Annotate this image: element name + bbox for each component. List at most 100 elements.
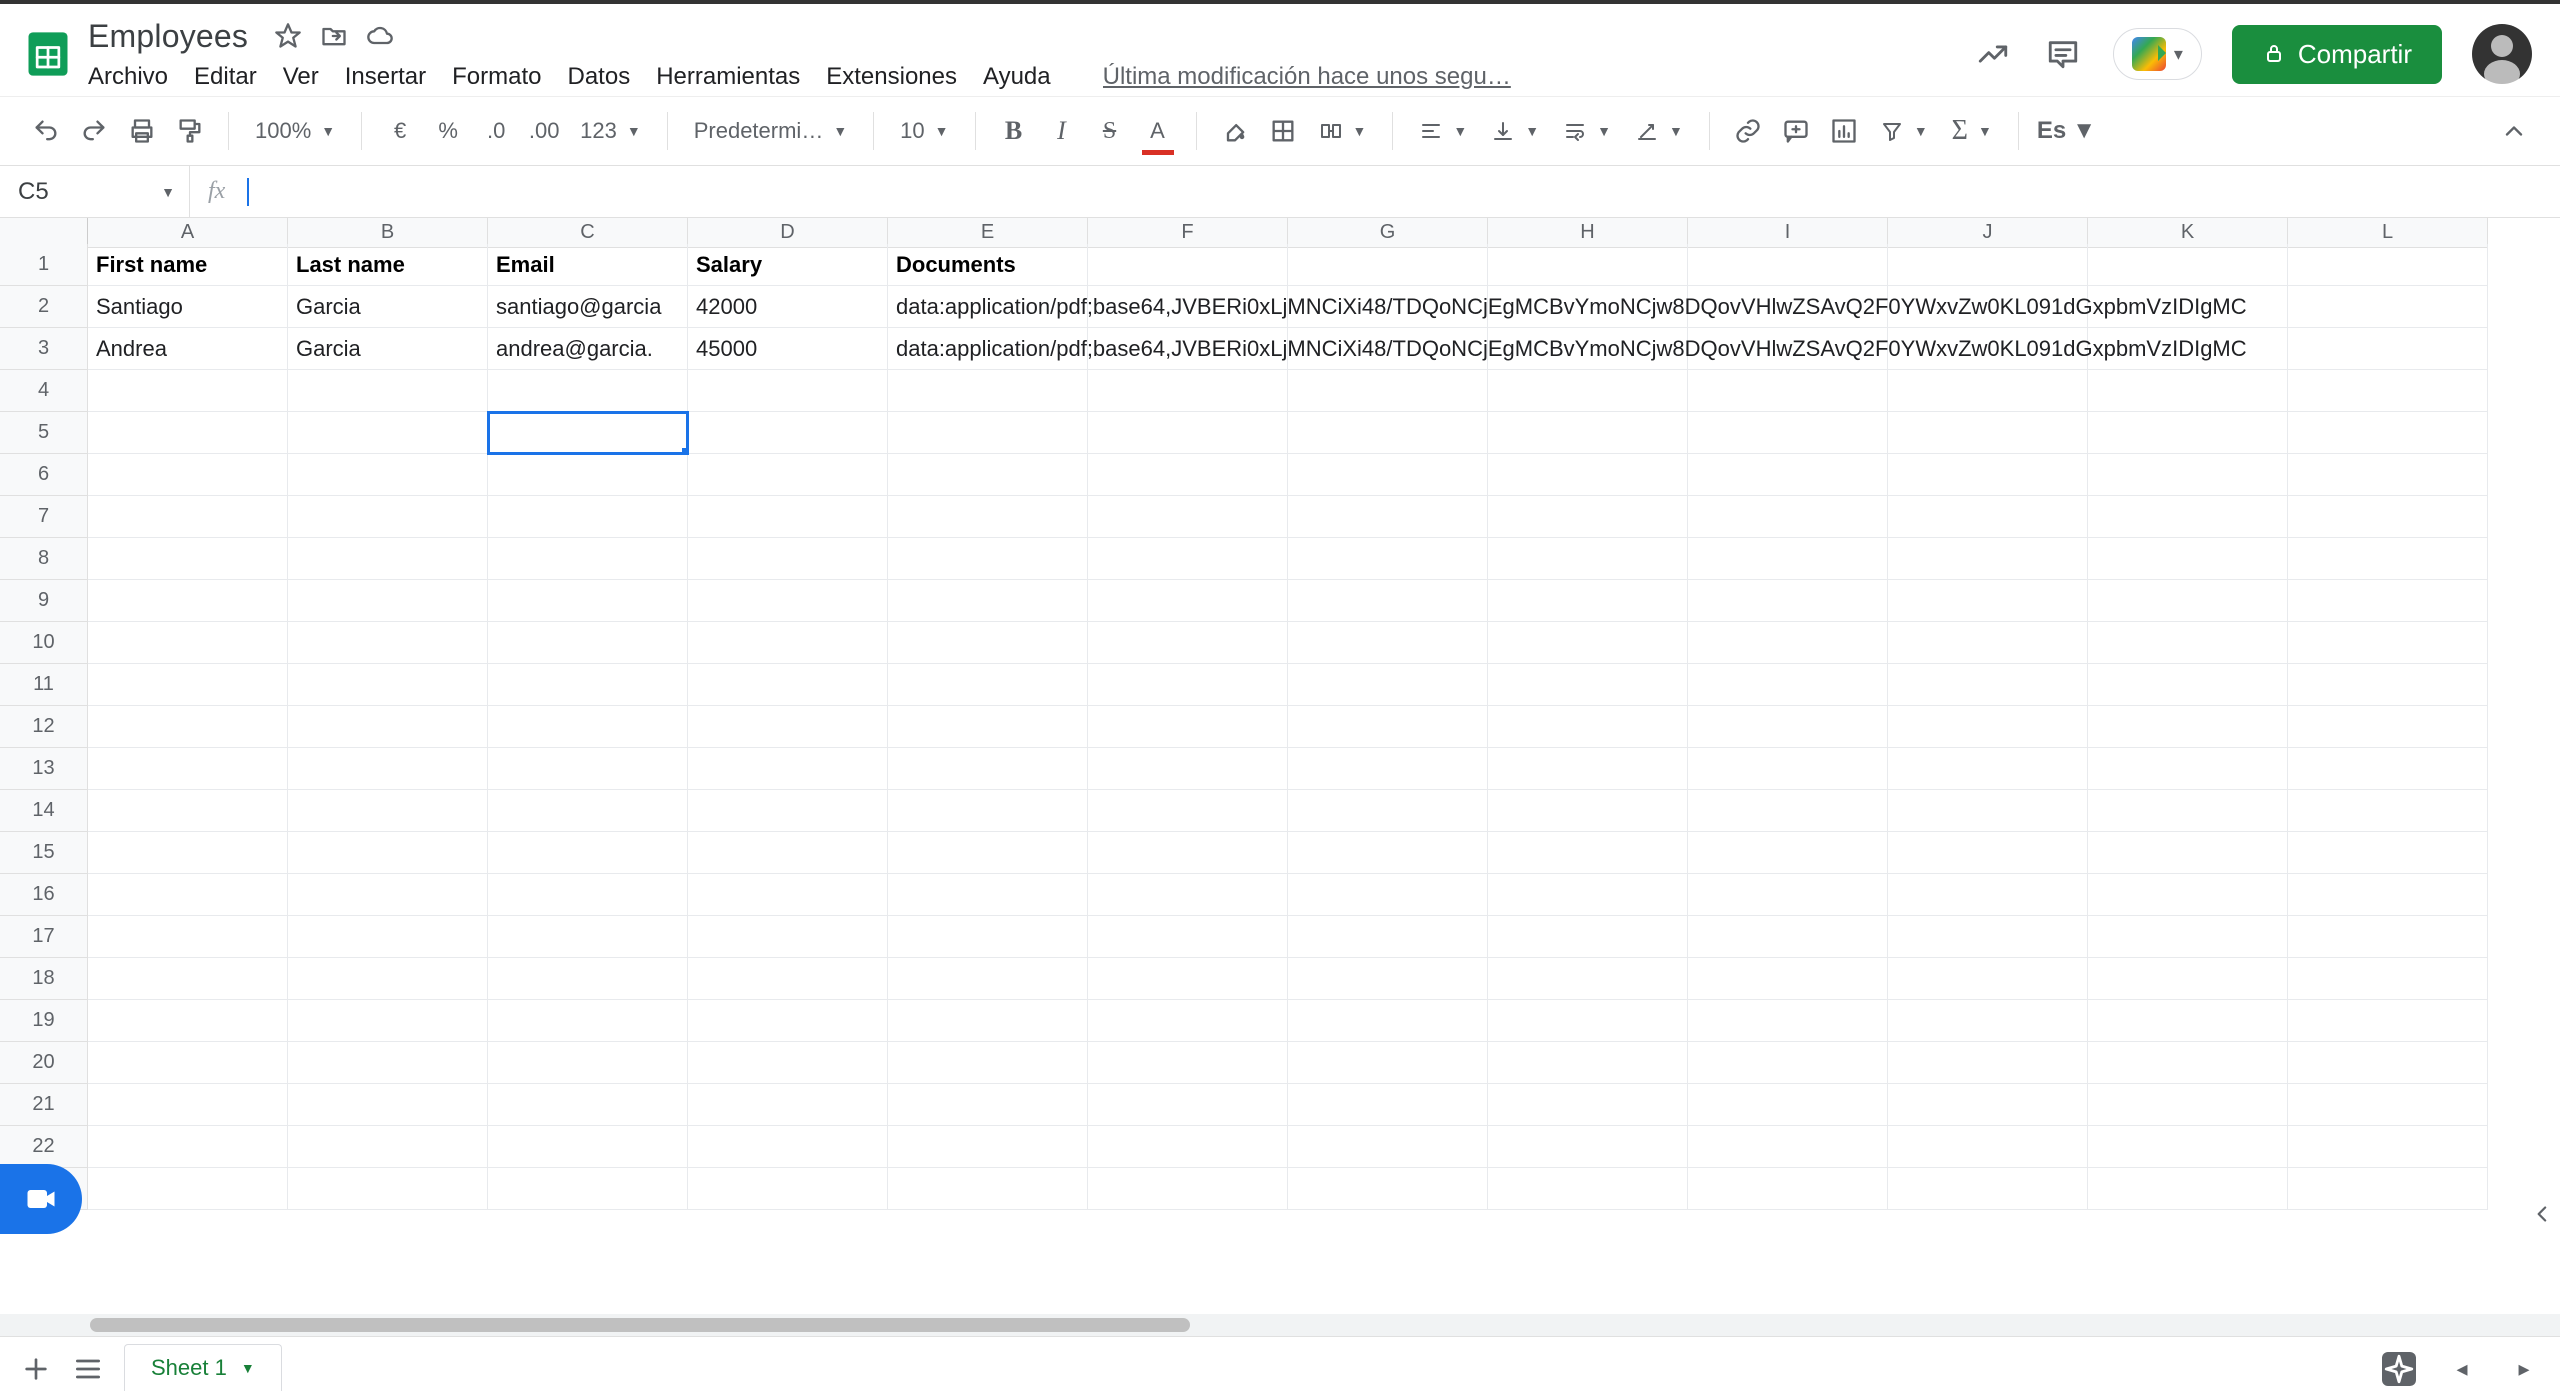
cell[interactable] <box>1288 622 1488 664</box>
comments-icon[interactable] <box>2043 34 2083 74</box>
side-panel-collapse-icon[interactable] <box>2530 1194 2556 1234</box>
cell[interactable] <box>1088 706 1288 748</box>
star-icon[interactable] <box>274 22 302 50</box>
cell[interactable] <box>888 958 1088 1000</box>
cell[interactable] <box>88 370 288 412</box>
cell[interactable] <box>1488 1168 1688 1210</box>
cell[interactable] <box>288 874 488 916</box>
cell[interactable] <box>1088 874 1288 916</box>
cell[interactable] <box>888 832 1088 874</box>
merge-cells-dropdown[interactable]: ▼ <box>1311 119 1375 143</box>
cell[interactable] <box>2088 832 2288 874</box>
row-header[interactable]: 12 <box>0 706 88 748</box>
menu-format[interactable]: Formato <box>452 63 541 91</box>
cell[interactable] <box>1688 874 1888 916</box>
cell[interactable] <box>1688 958 1888 1000</box>
all-sheets-icon[interactable] <box>72 1353 104 1385</box>
cell[interactable] <box>1088 958 1288 1000</box>
cell[interactable] <box>2088 370 2288 412</box>
vertical-align-dropdown[interactable]: ▼ <box>1483 119 1547 143</box>
cell[interactable] <box>2288 1084 2488 1126</box>
fill-color-icon[interactable] <box>1215 111 1255 151</box>
cell[interactable] <box>1288 454 1488 496</box>
cell[interactable] <box>488 580 688 622</box>
cell[interactable] <box>2288 832 2488 874</box>
cell[interactable] <box>1888 412 2088 454</box>
row-header[interactable]: 11 <box>0 664 88 706</box>
cell[interactable] <box>488 1126 688 1168</box>
cell[interactable] <box>2088 706 2288 748</box>
cell[interactable] <box>688 1126 888 1168</box>
cell[interactable] <box>288 370 488 412</box>
cell[interactable] <box>1088 580 1288 622</box>
name-box[interactable]: C5 ▼ <box>4 166 190 217</box>
cell[interactable] <box>1888 370 2088 412</box>
cell[interactable] <box>2088 1000 2288 1042</box>
cell[interactable] <box>1288 664 1488 706</box>
cell[interactable] <box>1488 244 1688 286</box>
scroll-tabs-right-icon[interactable]: ▸ <box>2508 1353 2540 1385</box>
sheet-tab[interactable]: Sheet 1 ▼ <box>124 1344 282 1391</box>
cell[interactable] <box>1288 580 1488 622</box>
cell[interactable] <box>88 1000 288 1042</box>
percent-format-icon[interactable]: % <box>428 111 468 151</box>
cell[interactable] <box>2088 958 2288 1000</box>
cell[interactable] <box>1688 622 1888 664</box>
cell[interactable]: data:application/pdf;base64,JVBERi0xLjMN… <box>888 286 1088 328</box>
cell[interactable] <box>2288 1000 2488 1042</box>
cell[interactable]: 42000 <box>688 286 888 328</box>
cell[interactable] <box>288 832 488 874</box>
menu-file[interactable]: Archivo <box>88 63 168 91</box>
cell[interactable] <box>288 622 488 664</box>
cell[interactable] <box>88 958 288 1000</box>
cell[interactable] <box>488 832 688 874</box>
cell[interactable] <box>2088 412 2288 454</box>
row-header[interactable]: 22 <box>0 1126 88 1168</box>
cell[interactable]: data:application/pdf;base64,JVBERi0xLjMN… <box>888 328 1088 370</box>
cell[interactable] <box>288 454 488 496</box>
cell[interactable] <box>1288 706 1488 748</box>
currency-format-icon[interactable]: € <box>380 111 420 151</box>
cell[interactable] <box>688 454 888 496</box>
cell[interactable] <box>1288 412 1488 454</box>
row-header[interactable]: 5 <box>0 412 88 454</box>
cell[interactable] <box>1688 1084 1888 1126</box>
cell[interactable] <box>88 580 288 622</box>
cell[interactable] <box>2288 916 2488 958</box>
cell[interactable] <box>1888 1126 2088 1168</box>
cell[interactable] <box>1488 622 1688 664</box>
cell[interactable] <box>1488 454 1688 496</box>
cell[interactable] <box>88 1168 288 1210</box>
cell[interactable] <box>88 874 288 916</box>
cell[interactable] <box>888 748 1088 790</box>
bold-icon[interactable]: B <box>994 111 1034 151</box>
cell[interactable] <box>1488 1000 1688 1042</box>
cell[interactable] <box>688 622 888 664</box>
cell[interactable] <box>1888 538 2088 580</box>
row-header[interactable]: 2 <box>0 286 88 328</box>
cell[interactable] <box>688 874 888 916</box>
cell[interactable] <box>2288 958 2488 1000</box>
cell[interactable]: First name <box>88 244 288 286</box>
cell[interactable] <box>1088 1000 1288 1042</box>
cell[interactable] <box>1488 496 1688 538</box>
insert-link-icon[interactable] <box>1728 111 1768 151</box>
cell[interactable] <box>1288 1168 1488 1210</box>
row-header[interactable]: 4 <box>0 370 88 412</box>
row-header[interactable]: 21 <box>0 1084 88 1126</box>
cell[interactable] <box>288 496 488 538</box>
cell[interactable] <box>2288 748 2488 790</box>
cell[interactable] <box>888 580 1088 622</box>
cell[interactable] <box>688 664 888 706</box>
cell[interactable] <box>1688 538 1888 580</box>
move-to-folder-icon[interactable] <box>320 22 348 50</box>
input-language-dropdown[interactable]: Es▼ <box>2037 117 2096 145</box>
cell[interactable] <box>1288 958 1488 1000</box>
undo-icon[interactable] <box>26 111 66 151</box>
row-header[interactable]: 18 <box>0 958 88 1000</box>
horizontal-align-dropdown[interactable]: ▼ <box>1411 119 1475 143</box>
zoom-dropdown[interactable]: 100%▼ <box>247 118 343 144</box>
cell[interactable] <box>688 370 888 412</box>
cell[interactable] <box>1088 412 1288 454</box>
cell[interactable] <box>2088 874 2288 916</box>
